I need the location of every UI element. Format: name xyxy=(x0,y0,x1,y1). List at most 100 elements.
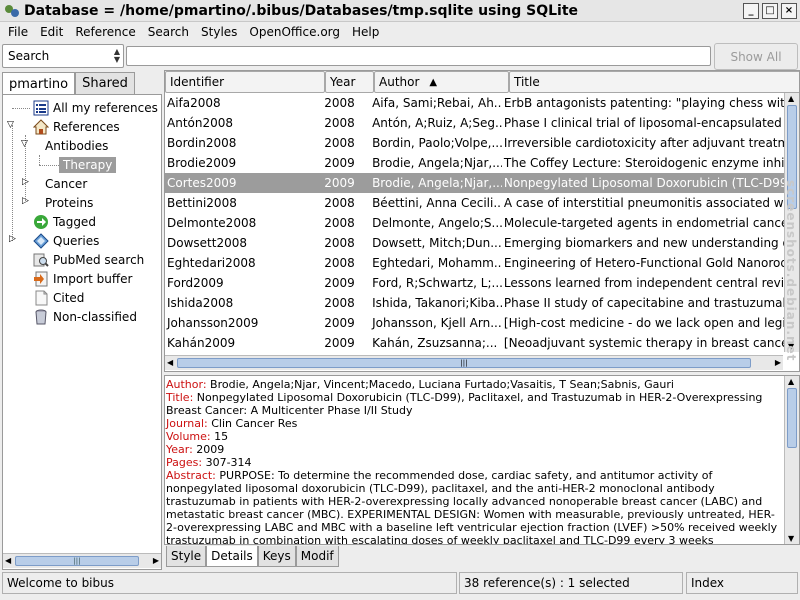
table-row[interactable]: Antón2008 2008 Antón, A;Ruiz, A;Seg... Phas… xyxy=(165,113,785,133)
scroll-down-icon[interactable]: ▼ xyxy=(788,534,794,543)
cell-identifier: Bettini2008 xyxy=(167,196,237,210)
cell-identifier: Delmonte2008 xyxy=(167,216,257,230)
tab-pmartino[interactable]: pmartino xyxy=(2,72,76,95)
cell-identifier: Eghtedari2008 xyxy=(167,256,256,270)
tab-style[interactable]: Style xyxy=(166,546,207,567)
table-row[interactable]: Bettini2008 2008 Béettini, Anna Cecili... A… xyxy=(165,193,785,213)
detail-abstract: Abstract: PURPOSE: To determine the reco… xyxy=(166,469,778,545)
cell-identifier: Bordin2008 xyxy=(167,136,237,150)
table-row[interactable]: Delmonte2008 2008 Delmonte, Angelo;S... Mol… xyxy=(165,213,785,233)
table-row[interactable]: Johansson2009 2009 Johansson, Kjell Arn...… xyxy=(165,313,785,333)
sort-ascending-icon: ▲ xyxy=(429,76,438,88)
scroll-left-icon[interactable]: ◀ xyxy=(5,556,11,565)
cell-identifier: Aifa2008 xyxy=(167,96,221,110)
menu-styles[interactable]: Styles xyxy=(195,25,243,39)
table-row[interactable]: Cortes2009 2009 Brodie, Angela;Njar,... Non… xyxy=(165,173,785,193)
tab-keys[interactable]: Keys xyxy=(257,546,296,567)
scroll-up-icon[interactable]: ▲ xyxy=(788,94,794,103)
table-row[interactable]: Ishida2008 2008 Ishida, Takanori;Kiba... Ph… xyxy=(165,293,785,313)
minimize-button[interactable]: _ xyxy=(743,2,759,19)
scroll-right-icon[interactable]: ▶ xyxy=(153,556,159,565)
collapse-references-icon[interactable]: ▽ xyxy=(7,120,14,130)
cell-author: Ishida, Takanori;Kiba... xyxy=(372,296,502,310)
expand-proteins-icon[interactable]: ▷ xyxy=(22,196,29,206)
menu-help[interactable]: Help xyxy=(346,25,385,39)
column-title[interactable]: Title xyxy=(509,71,799,93)
expand-queries-icon[interactable]: ▷ xyxy=(9,234,16,244)
close-button[interactable]: × xyxy=(781,2,797,19)
detail-volume: Volume: 15 xyxy=(166,430,229,443)
tab-details[interactable]: Details xyxy=(206,546,258,567)
tree-item-cancer[interactable]: Cancer xyxy=(45,174,87,193)
menu-reference[interactable]: Reference xyxy=(69,25,141,39)
cell-author: Delmonte, Angelo;S... xyxy=(372,216,502,230)
tree-item-all-references[interactable]: All my references xyxy=(33,98,158,117)
tab-shared[interactable]: Shared xyxy=(75,72,135,94)
tree-item-non-classified[interactable]: Non-classified xyxy=(33,307,137,326)
tree-item-pubmed-search[interactable]: PubMed search xyxy=(33,250,144,269)
table-row[interactable]: Ford2009 2009 Ford, R;Schwartz, L;... Lesso… xyxy=(165,273,785,293)
column-identifier[interactable]: Identifier xyxy=(165,71,325,93)
detail-author: Author: Brodie, Angela;Njar, Vincent;Mac… xyxy=(166,378,674,391)
table-header: Identifier Year Author ▲ Title xyxy=(165,71,799,93)
cell-title: [High-cost medicine - do we lack open an… xyxy=(503,316,785,330)
cell-author: Béettini, Anna Cecili... xyxy=(372,196,502,210)
detail-pages: Pages: 307-314 xyxy=(166,456,252,469)
tree-item-antibodies[interactable]: Antibodies xyxy=(45,136,108,155)
tree-item-import-buffer[interactable]: Import buffer xyxy=(33,269,132,288)
cell-identifier: Antón2008 xyxy=(167,116,234,130)
maximize-button[interactable]: □ xyxy=(762,2,778,19)
table-horizontal-scrollbar[interactable]: ◀ ||| ▶ xyxy=(165,355,783,370)
show-all-button[interactable]: Show All xyxy=(714,43,798,70)
tree-item-cited[interactable]: Cited xyxy=(33,288,84,307)
table-row[interactable]: Aifa2008 2008 Aifa, Sami;Rebai, Ah... ErbB … xyxy=(165,93,785,113)
import-icon xyxy=(33,271,49,287)
diamond-icon xyxy=(33,232,49,249)
menu-search[interactable]: Search xyxy=(142,25,195,39)
window-title: Database = /home/pmartino/.bibus/Databas… xyxy=(24,2,579,19)
cell-title: Phase II study of capecitabine and trast… xyxy=(503,296,785,310)
cell-author: Antón, A;Ruiz, A;Seg... xyxy=(372,116,502,130)
cell-year: 2008 xyxy=(324,116,355,130)
cell-identifier: Dowsett2008 xyxy=(167,236,247,250)
column-year[interactable]: Year xyxy=(325,71,374,93)
tab-modif[interactable]: Modif xyxy=(295,546,339,567)
cell-title: The Coffey Lecture: Steroidogenic enzyme… xyxy=(503,156,785,170)
cell-title: ErbB antagonists patenting: "playing che… xyxy=(503,96,785,110)
table-row[interactable]: Eghtedari2008 2008 Eghtedari, Mohamm... Eng… xyxy=(165,253,785,273)
scroll-thumb[interactable]: ||| xyxy=(177,358,751,368)
scroll-thumb[interactable]: ||| xyxy=(15,556,139,566)
menu-openoffice[interactable]: OpenOffice.org xyxy=(243,25,346,39)
expand-cancer-icon[interactable]: ▷ xyxy=(22,177,29,187)
cell-author: Dowsett, Mitch;Dun... xyxy=(372,236,502,250)
tree-item-queries[interactable]: Queries xyxy=(33,231,99,250)
collapse-antibodies-icon[interactable]: ▽ xyxy=(21,139,28,149)
table-row[interactable]: Dowsett2008 2008 Dowsett, Mitch;Dun... Emer… xyxy=(165,233,785,253)
menu-file[interactable]: File xyxy=(2,25,34,39)
table-row[interactable]: Bordin2008 2008 Bordin, Paolo;Volpe,... Irr… xyxy=(165,133,785,153)
search-input[interactable] xyxy=(126,46,711,66)
tree-item-tagged[interactable]: Tagged xyxy=(33,212,96,231)
detail-year: Year: 2009 xyxy=(166,443,225,456)
cell-title: Nonpegylated Liposomal Doxorubicin (TLC-… xyxy=(503,176,785,190)
references-table: Identifier Year Author ▲ Title Aifa2008 20… xyxy=(164,70,800,372)
status-index: Index xyxy=(686,572,798,594)
tree-item-references[interactable]: References xyxy=(32,117,120,136)
table-row[interactable]: Kahán2009 2009 Kahán, Zsuzsanna;... [Neoadj… xyxy=(165,333,785,353)
status-reference-count: 38 reference(s) : 1 selected xyxy=(459,572,683,594)
tree-item-proteins[interactable]: Proteins xyxy=(45,193,93,212)
cell-identifier: Cortes2009 xyxy=(167,176,237,190)
menu-edit[interactable]: Edit xyxy=(34,25,69,39)
cell-author: Aifa, Sami;Rebai, Ah... xyxy=(372,96,502,110)
tree-horizontal-scrollbar[interactable]: ◀ ||| ▶ xyxy=(3,553,161,568)
left-panel-tabs: pmartino Shared xyxy=(2,72,135,95)
search-mode-select[interactable]: Search ▲ ▼ xyxy=(2,44,124,68)
cell-title: Emerging biomarkers and new understandin… xyxy=(503,236,785,250)
cell-year: 2009 xyxy=(324,156,355,170)
scroll-left-icon[interactable]: ◀ xyxy=(167,358,173,367)
cell-title: Molecule-targeted agents in endometrial … xyxy=(503,216,785,230)
cell-title: A case of interstitial pneumonitis assoc… xyxy=(503,196,785,210)
tree-item-therapy[interactable]: Therapy xyxy=(59,155,117,174)
column-author[interactable]: Author ▲ xyxy=(374,71,509,93)
table-row[interactable]: Brodie2009 2009 Brodie, Angela;Njar,... The… xyxy=(165,153,785,173)
